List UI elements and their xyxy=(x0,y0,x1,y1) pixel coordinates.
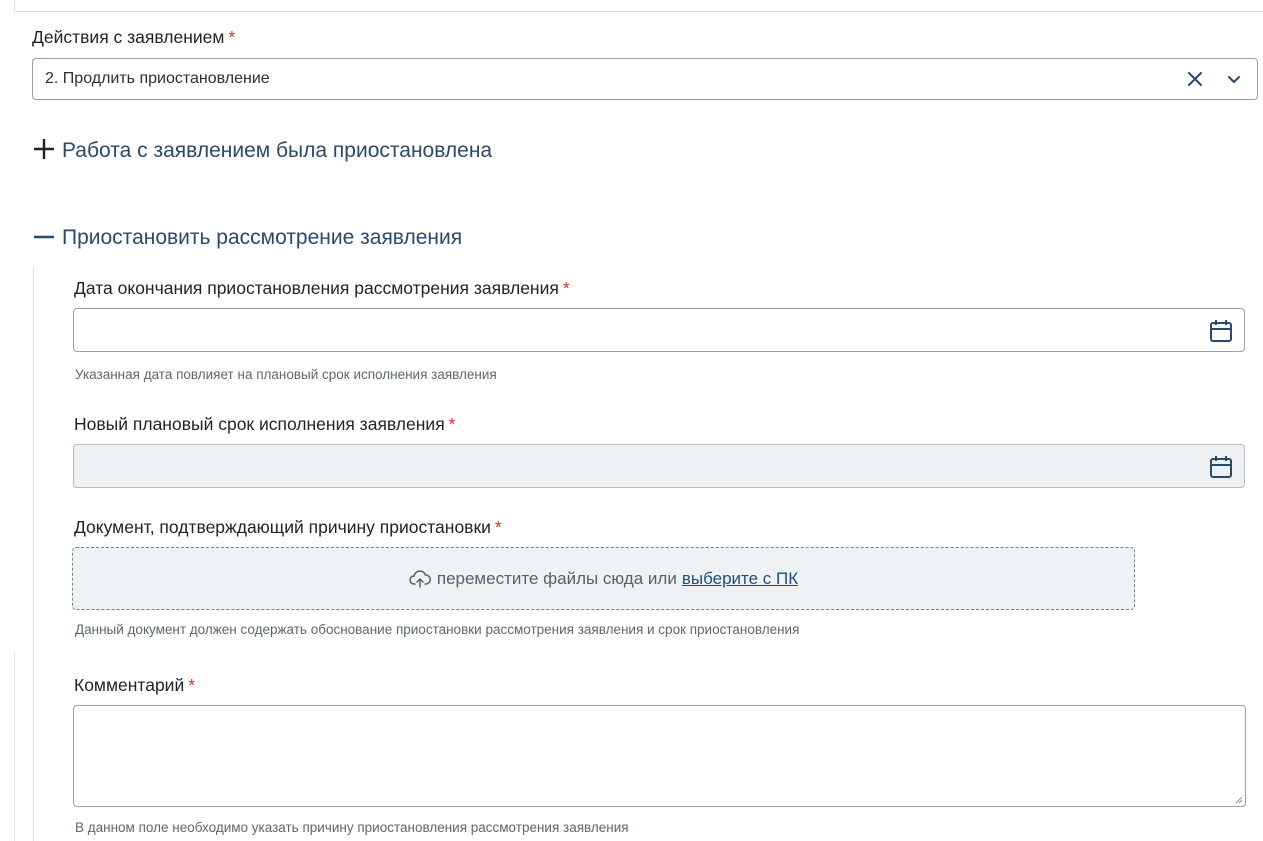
comment-label: Комментарий * xyxy=(74,675,195,696)
new-deadline-input xyxy=(73,444,1245,488)
calendar-icon[interactable] xyxy=(1208,318,1234,344)
frame-top-border xyxy=(14,11,1263,12)
frame-left-border xyxy=(14,652,15,841)
resize-grip-icon[interactable] xyxy=(1233,794,1243,804)
section-title: Приостановить рассмотрение заявления xyxy=(62,226,463,249)
action-select[interactable]: 2. Продлить приостановление xyxy=(32,58,1258,100)
section-header-suspended-work[interactable]: Работа с заявлением была приостановлена xyxy=(32,139,492,163)
end-date-input[interactable] xyxy=(73,308,1245,352)
cloud-upload-icon xyxy=(409,569,431,588)
minus-icon xyxy=(34,235,54,239)
required-mark: * xyxy=(494,517,502,537)
section-header-suspend-review[interactable]: Приостановить рассмотрение заявления xyxy=(32,226,462,250)
required-mark: * xyxy=(228,27,236,47)
comment-textarea[interactable] xyxy=(73,705,1246,807)
action-field-label: Действия с заявлением * xyxy=(32,27,235,48)
dropzone-text: переместите файлы сюда или xyxy=(436,568,677,588)
frame-left-border xyxy=(14,0,15,12)
comment-hint: В данном поле необходимо указать причину… xyxy=(75,820,629,835)
new-deadline-label-text: Новый плановый срок исполнения заявления xyxy=(74,414,445,434)
required-mark: * xyxy=(188,675,196,695)
required-mark: * xyxy=(448,414,456,434)
pick-file-link[interactable]: выберите с ПК xyxy=(682,569,798,589)
document-label-text: Документ, подтверждающий причину приоста… xyxy=(74,517,491,537)
end-date-hint: Указанная дата повлияет на плановый срок… xyxy=(75,367,497,382)
chevron-down-icon[interactable] xyxy=(1227,74,1241,86)
comment-label-text: Комментарий xyxy=(74,675,185,695)
section-title: Работа с заявлением была приостановлена xyxy=(62,139,493,162)
section-indent-line xyxy=(33,268,34,841)
calendar-icon xyxy=(1210,456,1232,478)
document-label: Документ, подтверждающий причину приоста… xyxy=(74,517,502,538)
document-hint: Данный документ должен содержать обоснов… xyxy=(75,622,800,637)
close-icon[interactable] xyxy=(1185,69,1205,89)
file-dropzone[interactable]: переместите файлы сюда или выберите с ПК xyxy=(72,547,1135,610)
required-mark: * xyxy=(562,278,570,298)
action-select-value: 2. Продлить приостановление xyxy=(45,70,270,87)
action-field-label-text: Действия с заявлением xyxy=(32,27,225,47)
plus-icon xyxy=(34,139,54,159)
new-deadline-label: Новый плановый срок исполнения заявления… xyxy=(74,414,455,435)
end-date-label: Дата окончания приостановления рассмотре… xyxy=(74,278,570,299)
end-date-label-text: Дата окончания приостановления рассмотре… xyxy=(74,278,559,298)
